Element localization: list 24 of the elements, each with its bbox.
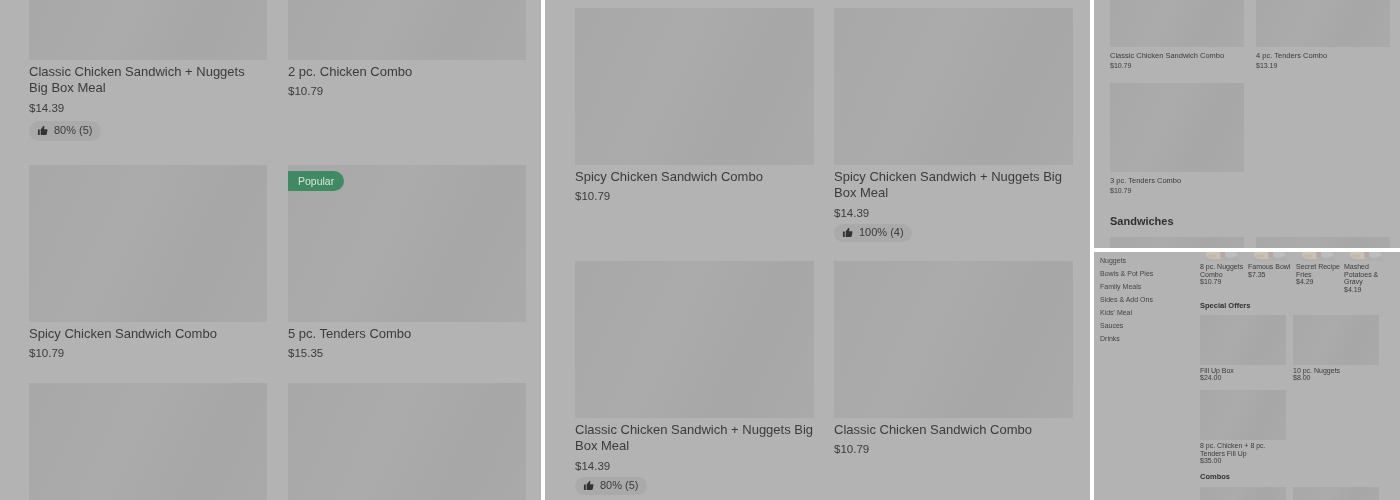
item-price: $15.35	[288, 346, 325, 362]
thumbs-up-icon	[583, 480, 594, 491]
item-price: $10.79	[575, 189, 612, 205]
rating-text: 100% (4)	[859, 225, 904, 241]
item-price: $10.79	[834, 442, 871, 458]
item-price: $14.39	[834, 205, 871, 221]
item-price: $10.79	[288, 84, 325, 100]
item-title[interactable]: 2 pc. Chicken Combo	[288, 64, 526, 81]
item-title[interactable]: Classic Chicken Sandwich + Nuggets Big Box Meal	[29, 64, 267, 97]
item-title[interactable]: Classic Chicken Sandwich Combo	[834, 422, 1073, 439]
item-title[interactable]: 5 pc. Tenders Combo	[288, 326, 526, 343]
item-price: $10.79	[29, 346, 66, 362]
item-price: $14.39	[575, 458, 612, 474]
thumbs-up-icon	[842, 227, 853, 238]
item-price: $14.39	[29, 100, 66, 116]
popular-badge: Popular	[288, 171, 345, 191]
item-title[interactable]: Classic Chicken Sandwich + Nuggets Big Box Meal	[575, 422, 814, 455]
rating-text: 80% (5)	[54, 123, 93, 139]
item-title[interactable]: Spicy Chicken Sandwich Combo	[575, 169, 814, 186]
item-title[interactable]: Spicy Chicken Sandwich + Nuggets Big Box Meal	[834, 169, 1073, 202]
rating-text: 80% (5)	[600, 478, 639, 494]
section-heading: Sandwiches	[1110, 213, 1175, 229]
item-title[interactable]: Spicy Chicken Sandwich Combo	[29, 326, 267, 343]
thumbs-up-icon	[37, 125, 48, 136]
